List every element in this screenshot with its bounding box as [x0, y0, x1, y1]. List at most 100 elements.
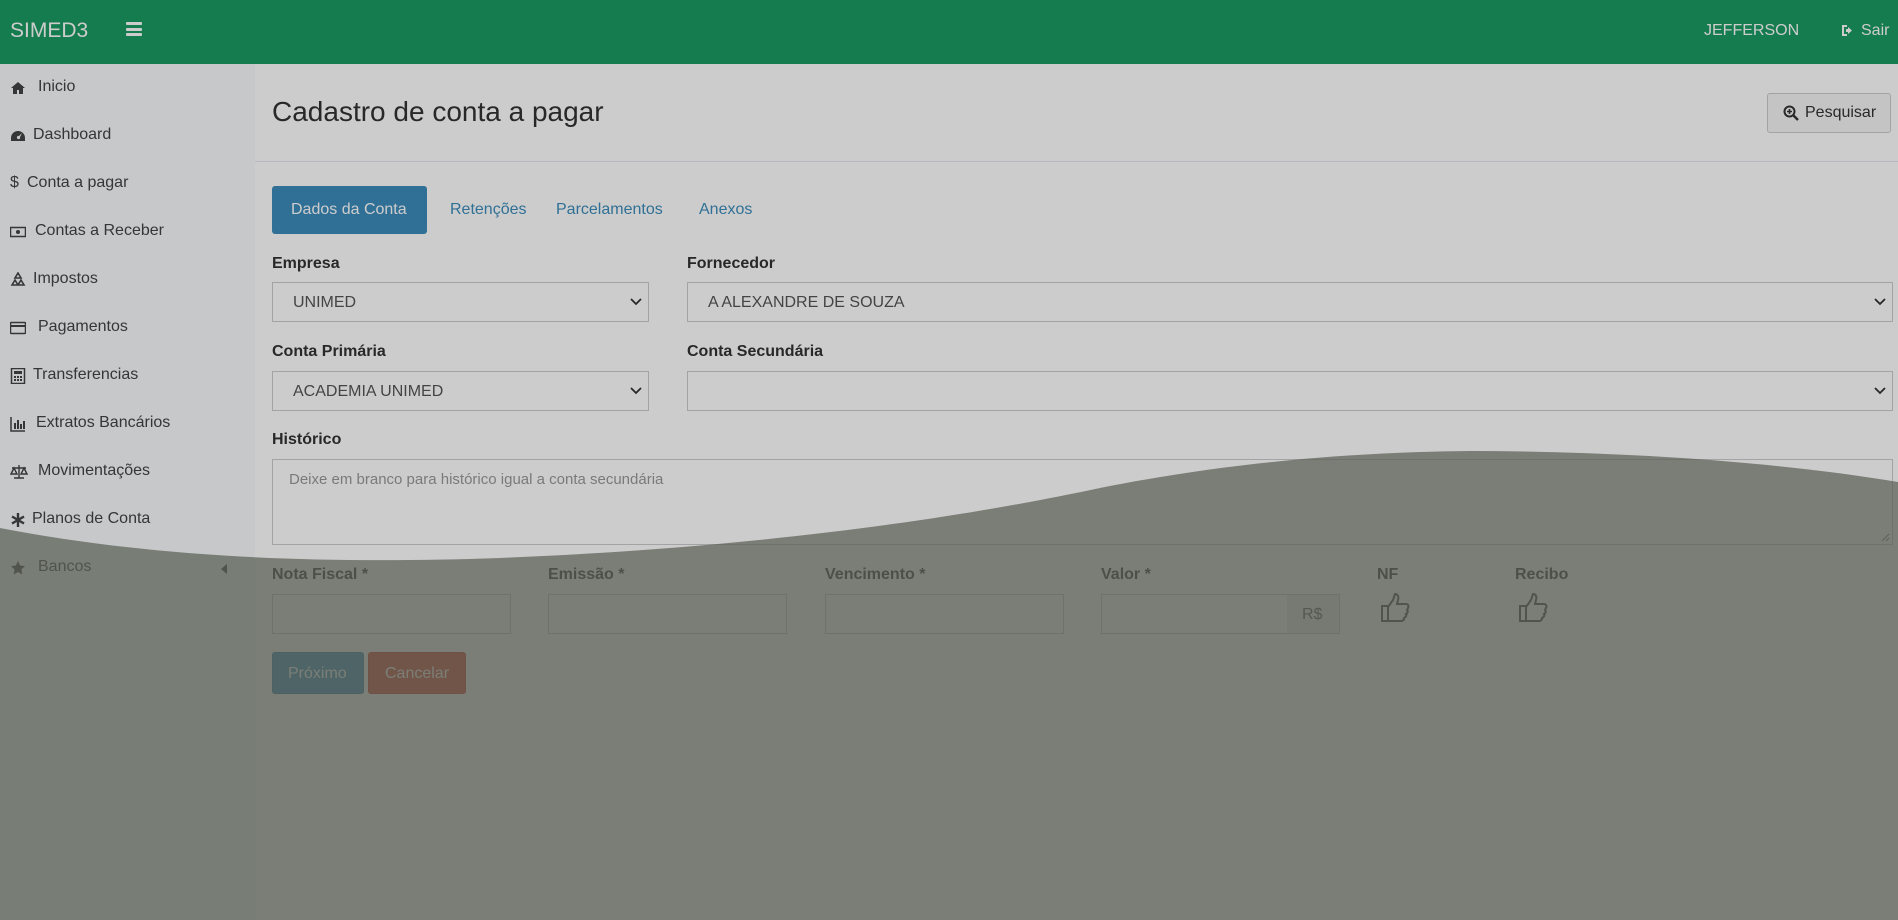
- next-button-label: Próximo: [288, 665, 347, 682]
- fornecedor-label: Fornecedor: [687, 255, 776, 272]
- sidebar-item-inicio[interactable]: Inicio: [0, 66, 255, 110]
- zoom-in-icon: [1783, 105, 1799, 121]
- vencimento-input[interactable]: [825, 594, 1064, 634]
- required-mark: *: [1144, 566, 1151, 583]
- historico-label: Histórico: [272, 431, 342, 448]
- recibo-label: Recibo: [1515, 566, 1569, 583]
- search-button-label: Pesquisar: [1805, 104, 1877, 121]
- required-mark: *: [361, 566, 369, 583]
- recycle-icon: [10, 272, 26, 286]
- tab-label: Dados da Conta: [291, 201, 407, 218]
- menu-toggle-icon[interactable]: [126, 22, 142, 36]
- sidebar-item-bancos[interactable]: Bancos: [0, 546, 255, 590]
- dollar-icon: $: [10, 174, 19, 191]
- sidebar: Inicio Dashboard $ Conta a pagar Contas …: [0, 64, 255, 920]
- conta-secundaria-label: Conta Secundária: [687, 343, 824, 360]
- vencimento-label: Vencimento *: [825, 566, 926, 584]
- tab-dados-da-conta[interactable]: Dados da Conta: [272, 186, 427, 234]
- calculator-icon: [10, 368, 26, 384]
- fornecedor-value: A ALEXANDRE DE SOUZA: [708, 294, 905, 311]
- chevron-down-icon: [1874, 298, 1886, 306]
- emissao-label-text: Emissão: [548, 566, 614, 583]
- user-name[interactable]: JEFFERSON: [1704, 22, 1799, 40]
- historico-placeholder: Deixe em branco para histórico igual a c…: [289, 471, 664, 488]
- sidebar-item-label: Inicio: [38, 78, 76, 95]
- sidebar-item-movimentacoes[interactable]: Movimentações: [0, 450, 255, 494]
- sidebar-item-label: Bancos: [38, 558, 92, 575]
- sidebar-item-label: Conta a pagar: [27, 174, 129, 191]
- fornecedor-select[interactable]: A ALEXANDRE DE SOUZA: [687, 282, 1893, 322]
- tab-anexos[interactable]: Anexos: [683, 186, 755, 234]
- sidebar-item-label: Planos de Conta: [32, 510, 151, 527]
- brand-logo[interactable]: SIMED3: [10, 19, 88, 43]
- conta-primaria-label: Conta Primária: [272, 343, 386, 360]
- nota-fiscal-label-text: Nota Fiscal: [272, 566, 358, 583]
- sidebar-item-label: Dashboard: [33, 126, 112, 143]
- content-header: Cadastro de conta a pagar Pesquisar: [255, 64, 1898, 162]
- balance-scale-icon: [10, 465, 28, 479]
- conta-primaria-value: ACADEMIA UNIMED: [293, 383, 444, 400]
- caret-left-icon: [221, 564, 227, 574]
- required-mark: *: [618, 566, 625, 583]
- tab-label: Retenções: [450, 201, 527, 218]
- sidebar-item-label: Contas a Receber: [35, 222, 164, 239]
- empresa-value: UNIMED: [293, 294, 357, 311]
- emissao-label: Emissão *: [548, 566, 625, 584]
- next-button[interactable]: Próximo: [272, 652, 364, 694]
- logout-link[interactable]: Sair: [1841, 22, 1889, 40]
- dashboard-icon: [11, 131, 25, 141]
- sidebar-item-planos-de-conta[interactable]: Planos de Conta: [0, 498, 255, 542]
- credit-card-icon: [10, 321, 26, 335]
- cancel-button-label: Cancelar: [385, 665, 450, 682]
- sidebar-item-dashboard[interactable]: Dashboard: [0, 114, 255, 158]
- chevron-down-icon: [1874, 387, 1886, 395]
- home-icon: [11, 82, 25, 94]
- main-content: Cadastro de conta a pagar Pesquisar Dado…: [255, 64, 1898, 920]
- nota-fiscal-input[interactable]: [272, 594, 511, 634]
- star-icon: [11, 561, 25, 575]
- historico-textarea[interactable]: Deixe em branco para histórico igual a c…: [272, 459, 1893, 545]
- sidebar-item-conta-a-pagar[interactable]: $ Conta a pagar: [0, 162, 255, 206]
- currency-addon-label: R$: [1302, 606, 1323, 623]
- sidebar-item-label: Movimentações: [38, 462, 151, 479]
- currency-addon: R$: [1287, 594, 1340, 634]
- valor-input[interactable]: [1101, 594, 1288, 634]
- conta-primaria-select[interactable]: ACADEMIA UNIMED: [272, 371, 649, 411]
- money-icon: [10, 226, 26, 238]
- sidebar-item-pagamentos[interactable]: Pagamentos: [0, 306, 255, 350]
- chevron-down-icon: [630, 298, 642, 306]
- tab-label: Anexos: [699, 201, 753, 218]
- vencimento-label-text: Vencimento: [825, 566, 915, 583]
- recibo-thumbs-up-icon[interactable]: [1517, 592, 1549, 624]
- sign-out-icon: [1842, 25, 1852, 36]
- emissao-input[interactable]: [548, 594, 787, 634]
- tab-parcelamentos[interactable]: Parcelamentos: [545, 186, 675, 234]
- required-mark: *: [919, 566, 926, 583]
- bar-chart-icon: [10, 417, 25, 432]
- sidebar-item-transferencias[interactable]: Transferencias: [0, 354, 255, 398]
- valor-label-text: Valor: [1101, 566, 1141, 583]
- empresa-label: Empresa: [272, 255, 340, 272]
- conta-secundaria-select[interactable]: [687, 371, 1893, 411]
- nf-label: NF: [1377, 566, 1399, 583]
- sidebar-item-extratos-bancarios[interactable]: Extratos Bancários: [0, 402, 255, 446]
- resize-grip-icon[interactable]: [1881, 533, 1890, 542]
- empresa-select[interactable]: UNIMED: [272, 282, 649, 322]
- search-button[interactable]: Pesquisar: [1767, 93, 1891, 133]
- chevron-down-icon: [630, 387, 642, 395]
- sidebar-item-label: Transferencias: [33, 366, 139, 383]
- tab-label: Parcelamentos: [556, 201, 663, 218]
- nota-fiscal-label: Nota Fiscal *: [272, 566, 368, 584]
- sidebar-item-impostos[interactable]: Impostos: [0, 258, 255, 302]
- sidebar-item-label: Extratos Bancários: [36, 414, 171, 431]
- nf-thumbs-up-icon[interactable]: [1379, 592, 1411, 624]
- top-navbar: SIMED3 JEFFERSON Sair: [0, 0, 1898, 64]
- sidebar-item-contas-a-receber[interactable]: Contas a Receber: [0, 210, 255, 254]
- sidebar-item-label: Impostos: [33, 270, 98, 287]
- logout-label: Sair: [1861, 22, 1890, 39]
- valor-label: Valor *: [1101, 566, 1151, 584]
- sidebar-item-label: Pagamentos: [38, 318, 128, 335]
- tab-retencoes[interactable]: Retenções: [433, 186, 533, 234]
- page-title: Cadastro de conta a pagar: [272, 96, 604, 127]
- cancel-button[interactable]: Cancelar: [368, 652, 466, 694]
